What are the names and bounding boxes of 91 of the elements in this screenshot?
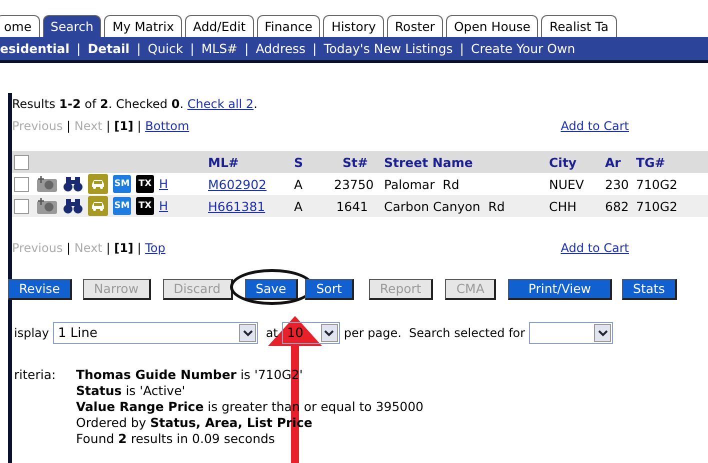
page-size-select[interactable]: 10: [282, 322, 340, 344]
listing-badge[interactable]: SM: [113, 175, 131, 193]
table-cell-text: 23750: [334, 176, 375, 192]
listing-number-link[interactable]: M602902: [208, 176, 267, 192]
car-icon[interactable]: [88, 174, 108, 194]
table-cell-text: 230: [605, 176, 630, 192]
per-page-label: per page. Search selected for: [344, 326, 526, 340]
nav-tab[interactable]: My Matrix: [104, 15, 182, 37]
display-format-select[interactable]: 1 Line: [53, 322, 258, 344]
separator: |: [66, 241, 72, 255]
display-label: isplay: [14, 326, 49, 340]
criteria-line: Status is 'Active': [76, 383, 186, 399]
table-cell-text: Palomar Rd: [384, 176, 460, 192]
action-button[interactable]: Sort: [305, 278, 354, 300]
camera-icon[interactable]: [36, 197, 58, 215]
binoculars-icon[interactable]: [63, 198, 83, 214]
column-header[interactable]: St#: [334, 154, 384, 170]
sub-nav-link[interactable]: Today's New Listings: [324, 41, 453, 56]
column-header[interactable]: Street Name: [384, 154, 549, 170]
action-button[interactable]: Print/View: [508, 278, 612, 300]
table-cell-text: NUEV: [549, 176, 585, 192]
separator: |: [244, 41, 249, 56]
column-header[interactable]: City: [549, 154, 605, 170]
add-to-cart-link[interactable]: Add to Cart: [560, 241, 629, 255]
action-button[interactable]: Stats: [622, 278, 677, 300]
results-summary: Results 1-2 of 2. Checked 0.: [12, 97, 184, 111]
table-cell-text: 710G2: [636, 176, 678, 192]
search-target-select[interactable]: [529, 322, 614, 344]
table-cell-text: 710G2: [636, 198, 678, 214]
sub-nav-link[interactable]: esidential: [0, 41, 70, 56]
nav-tab[interactable]: Search: [42, 15, 102, 37]
add-to-cart-link[interactable]: Add to Cart: [560, 119, 629, 133]
row-checkbox[interactable]: [14, 198, 29, 214]
action-button[interactable]: Revise: [8, 278, 72, 300]
nav-tab[interactable]: History: [323, 15, 384, 37]
listing-badge[interactable]: SM: [113, 197, 131, 215]
table-cell-text: 1641: [335, 198, 369, 214]
check-all-link[interactable]: Check all 2: [187, 97, 254, 111]
history-link[interactable]: H: [159, 199, 168, 213]
nav-tab[interactable]: ome: [0, 15, 40, 37]
separator: |: [66, 119, 72, 133]
current-page[interactable]: [1]: [114, 119, 134, 133]
select-all-checkbox[interactable]: [14, 154, 29, 170]
listing-badge[interactable]: TX: [136, 175, 154, 193]
sub-nav-link[interactable]: Quick: [148, 41, 184, 56]
separator: |: [136, 41, 141, 56]
separator: |: [136, 241, 142, 255]
table-cell-text: 682: [605, 198, 630, 214]
separator: |: [105, 119, 112, 133]
sub-nav-link[interactable]: Detail: [88, 41, 130, 56]
separator: |: [460, 41, 464, 56]
listing-badge[interactable]: TX: [136, 197, 154, 215]
row-checkbox[interactable]: [14, 176, 29, 192]
separator: |: [105, 241, 112, 255]
period-text: .: [254, 97, 258, 111]
separator: |: [190, 41, 194, 56]
page-link[interactable]: Top: [145, 241, 166, 255]
page-nav-text: Next: [74, 119, 102, 133]
table-cell-text: CHH: [549, 198, 578, 214]
nav-tab[interactable]: Open House: [446, 15, 538, 37]
column-header[interactable]: S: [294, 154, 334, 170]
nav-tab[interactable]: Add/Edit: [184, 15, 254, 37]
page-nav-text: Previous: [12, 119, 63, 133]
page-nav-text: Next: [74, 241, 102, 255]
nav-tab[interactable]: Realist Ta: [541, 15, 617, 37]
page-nav-text: Previous: [12, 241, 63, 255]
sub-nav-link[interactable]: Create Your Own: [471, 41, 576, 56]
criteria-label: riteria:: [14, 367, 57, 384]
separator: |: [76, 41, 81, 56]
table-cell-text: A: [294, 198, 304, 214]
table-cell-text: A: [294, 176, 304, 192]
sub-nav-link[interactable]: Address: [256, 41, 306, 56]
binoculars-icon[interactable]: [63, 176, 83, 192]
action-button[interactable]: Save: [244, 278, 298, 300]
separator: |: [136, 119, 142, 133]
camera-icon[interactable]: [36, 175, 58, 193]
listing-number-link[interactable]: H661381: [208, 198, 266, 214]
history-link[interactable]: H: [159, 177, 168, 191]
column-header[interactable]: ML#: [208, 154, 294, 170]
nav-tab[interactable]: Finance: [256, 15, 320, 37]
car-icon[interactable]: [88, 196, 108, 216]
table-cell-text: Carbon Canyon Rd: [384, 198, 506, 214]
separator: |: [312, 41, 317, 56]
column-header[interactable]: TG#: [636, 154, 696, 170]
current-page[interactable]: [1]: [114, 241, 134, 255]
criteria-line: Found 2 results in 0.09 seconds: [76, 431, 276, 447]
sub-nav-link[interactable]: MLS#: [201, 41, 238, 56]
page-link[interactable]: Bottom: [145, 119, 190, 133]
at-label: at: [264, 326, 278, 340]
nav-tab[interactable]: Roster: [386, 15, 443, 37]
column-header[interactable]: Ar: [605, 154, 636, 170]
